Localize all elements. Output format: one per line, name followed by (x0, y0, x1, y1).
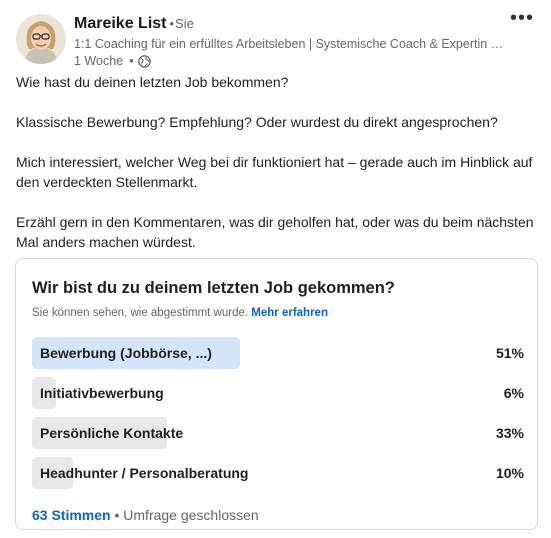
poll-status: Umfrage geschlossen (123, 507, 259, 523)
poll-question: Wir bist du zu deinem letzten Job gekomm… (32, 279, 395, 297)
poll-option-percent: 51% (495, 345, 524, 361)
post-paragraph: Wie hast du deinen letzten Job bekommen? (16, 74, 289, 90)
poll-option: Persönliche Kontakte 33% (32, 417, 524, 449)
avatar-portrait-icon (16, 14, 66, 64)
author-block: Mareike List •Sie 1:1 Coaching für ein er… (74, 14, 514, 69)
globe-icon (137, 54, 151, 68)
poll-option-label: Headhunter / Personalberatung (40, 465, 249, 481)
post-paragraph: Mich interessiert, welcher Weg bei dir f… (16, 154, 533, 190)
poll-option: Bewerbung (Jobbörse, ...) 51% (32, 337, 524, 369)
poll-option-percent: 33% (495, 425, 524, 441)
poll-card: Wir bist du zu deinem letzten Job gekomm… (15, 258, 538, 530)
poll-option: Initiativbewerbung 6% (32, 377, 524, 409)
poll-option-label: Initiativbewerbung (40, 385, 164, 401)
post-paragraph: Klassische Bewerbung? Empfehlung? Oder w… (16, 114, 498, 130)
post-time: 1 Woche (74, 54, 124, 68)
avatar[interactable] (16, 14, 66, 64)
poll-option: Headhunter / Personalberatung 10% (32, 457, 524, 489)
post-meta: 1 Woche • (74, 53, 514, 69)
learn-more-link[interactable]: Mehr erfahren (251, 307, 328, 319)
separator-dot: • (169, 16, 175, 31)
post-paragraph: Erzähl gern in den Kommentaren, was dir … (16, 214, 534, 250)
separator-dot: • (114, 507, 124, 523)
separator-dot: • (129, 53, 134, 68)
more-options-button[interactable]: ••• (509, 7, 535, 30)
author-headline: 1:1 Coaching für ein erfülltes Arbeitsle… (74, 37, 504, 51)
post-text: Wie hast du deinen letzten Job bekommen?… (16, 72, 541, 272)
votes-link[interactable]: 63 Stimmen (32, 507, 111, 523)
author-name[interactable]: Mareike List (74, 15, 166, 32)
poll-option-label: Persönliche Kontakte (40, 425, 184, 441)
poll-footer: 63 Stimmen • Umfrage geschlossen (32, 507, 259, 523)
poll-option-percent: 10% (495, 465, 524, 481)
poll-option-label: Bewerbung (Jobbörse, ...) (40, 345, 212, 361)
poll-option-percent: 6% (503, 385, 524, 401)
poll-note-text: Sie können sehen, wie abgestimmt wurde. (32, 307, 249, 319)
self-badge: Sie (175, 16, 194, 31)
more-horizontal-icon: ••• (509, 7, 534, 29)
poll-note: Sie können sehen, wie abgestimmt wurde. … (32, 307, 328, 319)
post-header: Mareike List •Sie 1:1 Coaching für ein er… (16, 7, 541, 69)
name-row: Mareike List •Sie (74, 14, 514, 34)
